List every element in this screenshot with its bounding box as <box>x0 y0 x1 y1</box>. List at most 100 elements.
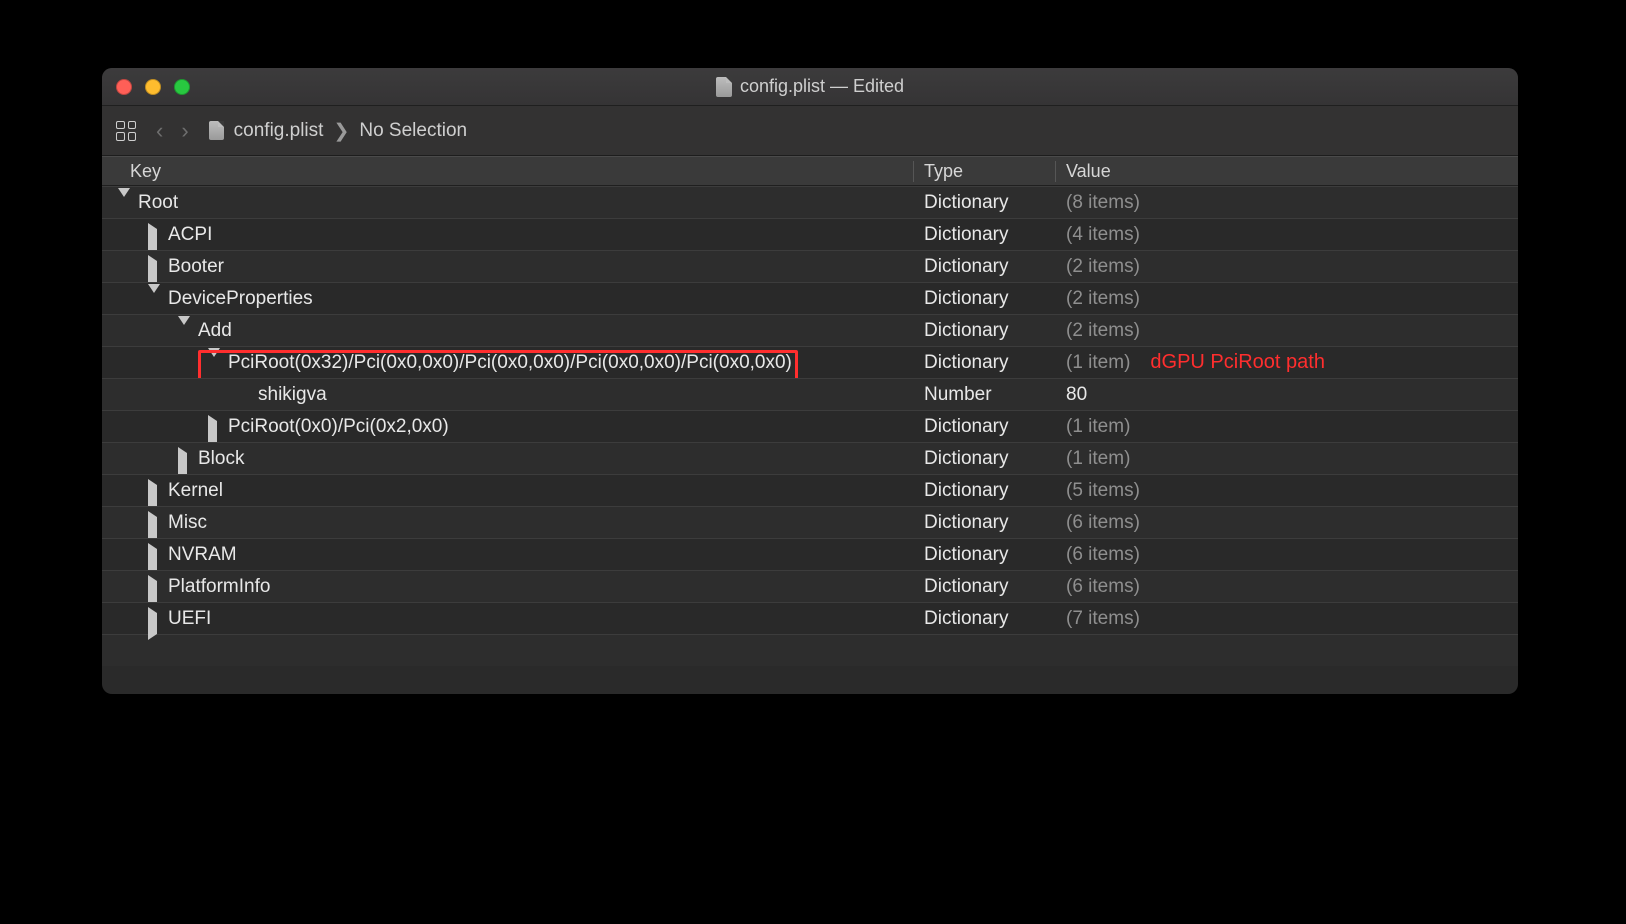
row-value[interactable]: (2 items) <box>1056 288 1518 310</box>
table-row[interactable]: Block Dictionary(1 item) <box>102 442 1518 474</box>
row-key[interactable]: PlatformInfo <box>168 576 270 598</box>
row-key[interactable]: Booter <box>168 256 224 278</box>
disclosure-triangle-right-icon[interactable] <box>208 421 220 433</box>
table-row[interactable]: PciRoot(0x32)/Pci(0x0,0x0)/Pci(0x0,0x0)/… <box>102 346 1518 378</box>
table-row[interactable]: NVRAM Dictionary(6 items) <box>102 538 1518 570</box>
row-value-text: (1 item) <box>1066 352 1130 374</box>
disclosure-triangle-right-icon[interactable] <box>148 581 160 593</box>
table-row[interactable]: DeviceProperties Dictionary (2 items) <box>102 282 1518 314</box>
column-header-key[interactable]: Key <box>102 161 914 182</box>
row-key[interactable]: Block <box>198 448 244 470</box>
breadcrumb: config.plist ❯ No Selection <box>209 119 467 142</box>
disclosure-triangle-right-icon[interactable] <box>148 549 160 561</box>
window-title-text: config.plist — Edited <box>740 76 904 97</box>
row-value[interactable]: (7 items) <box>1056 608 1518 630</box>
disclosure-spacer <box>238 389 250 401</box>
row-key[interactable]: NVRAM <box>168 544 237 566</box>
column-header-value[interactable]: Value <box>1056 161 1518 182</box>
row-type[interactable]: Dictionary <box>914 320 1056 342</box>
table-row[interactable]: Add Dictionary(2 items) <box>102 314 1518 346</box>
row-type[interactable]: Dictionary <box>914 608 1056 630</box>
titlebar: config.plist — Edited <box>102 68 1518 106</box>
row-value-text: (8 items) <box>1066 192 1140 214</box>
chevron-right-icon: ❯ <box>333 120 349 143</box>
row-value-text: (1 item) <box>1066 416 1130 438</box>
row-type[interactable]: Dictionary <box>914 288 1056 310</box>
editor-window: config.plist — Edited ‹ › config.plist ❯… <box>102 68 1518 694</box>
column-header-type[interactable]: Type <box>914 161 1056 182</box>
row-key[interactable]: Misc <box>168 512 207 534</box>
row-key[interactable]: ACPI <box>168 224 212 246</box>
row-value[interactable]: (2 items) <box>1056 320 1518 342</box>
table-row[interactable]: ACPI Dictionary(4 items) <box>102 218 1518 250</box>
row-type[interactable]: Dictionary <box>914 512 1056 534</box>
row-key[interactable]: Add <box>198 320 232 342</box>
disclosure-triangle-down-icon[interactable] <box>178 325 190 337</box>
columns-header: Key Type Value <box>102 156 1518 186</box>
row-type[interactable]: Dictionary <box>914 256 1056 278</box>
nav-forward-button[interactable]: › <box>177 120 192 142</box>
document-icon <box>209 121 224 140</box>
table-row[interactable]: Booter Dictionary (2 items) <box>102 250 1518 282</box>
row-value[interactable]: (4 items) <box>1056 224 1518 246</box>
row-type[interactable]: Dictionary <box>914 448 1056 470</box>
disclosure-triangle-down-icon[interactable] <box>148 293 160 305</box>
disclosure-triangle-right-icon[interactable] <box>148 229 160 241</box>
disclosure-triangle-right-icon[interactable] <box>178 453 190 465</box>
row-value[interactable]: (2 items) <box>1056 256 1518 278</box>
row-key[interactable]: PciRoot(0x0)/Pci(0x2,0x0) <box>228 416 449 438</box>
traffic-lights <box>116 79 190 95</box>
row-value[interactable]: (8 items) <box>1056 192 1518 214</box>
row-key[interactable]: Kernel <box>168 480 223 502</box>
row-type[interactable]: Dictionary <box>914 576 1056 598</box>
row-type[interactable]: Dictionary <box>914 480 1056 502</box>
table-row[interactable]: Misc Dictionary(6 items) <box>102 506 1518 538</box>
empty-row <box>102 634 1518 666</box>
annotation-label: dGPU PciRoot path <box>1150 351 1325 374</box>
document-icon <box>716 77 732 97</box>
disclosure-triangle-right-icon[interactable] <box>148 613 160 625</box>
table-row[interactable]: PciRoot(0x0)/Pci(0x2,0x0) Dictionary (1 it… <box>102 410 1518 442</box>
table-row[interactable]: Root Dictionary (8 items) <box>102 186 1518 218</box>
disclosure-triangle-right-icon[interactable] <box>148 485 160 497</box>
row-key[interactable]: DeviceProperties <box>168 288 313 310</box>
disclosure-triangle-right-icon[interactable] <box>148 261 160 273</box>
close-button[interactable] <box>116 79 132 95</box>
nav-back-button[interactable]: ‹ <box>152 120 167 142</box>
row-type[interactable]: Dictionary <box>914 416 1056 438</box>
window-title: config.plist — Edited <box>102 76 1518 97</box>
row-value-text: (2 items) <box>1066 288 1140 310</box>
row-value[interactable]: (1 item) <box>1056 416 1518 438</box>
row-value-text: (6 items) <box>1066 576 1140 598</box>
row-key[interactable]: Root <box>138 192 178 214</box>
disclosure-triangle-down-icon[interactable] <box>208 357 220 369</box>
toolbar: ‹ › config.plist ❯ No Selection <box>102 106 1518 156</box>
row-key[interactable]: shikigva <box>258 384 327 406</box>
row-type[interactable]: Number <box>914 384 1056 406</box>
row-type[interactable]: Dictionary <box>914 192 1056 214</box>
zoom-button[interactable] <box>174 79 190 95</box>
row-value[interactable]: (6 items) <box>1056 512 1518 534</box>
row-value[interactable]: (1 item) <box>1056 448 1518 470</box>
disclosure-triangle-down-icon[interactable] <box>118 197 130 209</box>
row-value-text: (2 items) <box>1066 256 1140 278</box>
sidebar-toggle-icon[interactable] <box>116 121 136 141</box>
row-value[interactable]: (5 items) <box>1056 480 1518 502</box>
table-row[interactable]: UEFI Dictionary (7 items) <box>102 602 1518 634</box>
row-value[interactable]: (1 item) dGPU PciRoot path <box>1056 351 1518 374</box>
row-type[interactable]: Dictionary <box>914 224 1056 246</box>
row-type[interactable]: Dictionary <box>914 352 1056 374</box>
row-type[interactable]: Dictionary <box>914 544 1056 566</box>
row-value[interactable]: 80 <box>1056 384 1518 406</box>
row-key[interactable]: PciRoot(0x32)/Pci(0x0,0x0)/Pci(0x0,0x0)/… <box>228 352 792 374</box>
table-row[interactable]: shikigva Number80 <box>102 378 1518 410</box>
table-row[interactable]: PlatformInfo Dictionary (6 items) <box>102 570 1518 602</box>
row-value[interactable]: (6 items) <box>1056 576 1518 598</box>
row-value[interactable]: (6 items) <box>1056 544 1518 566</box>
disclosure-triangle-right-icon[interactable] <box>148 517 160 529</box>
breadcrumb-file[interactable]: config.plist <box>234 120 324 142</box>
row-value-text: (7 items) <box>1066 608 1140 630</box>
minimize-button[interactable] <box>145 79 161 95</box>
table-row[interactable]: Kernel Dictionary(5 items) <box>102 474 1518 506</box>
row-key[interactable]: UEFI <box>168 608 211 630</box>
